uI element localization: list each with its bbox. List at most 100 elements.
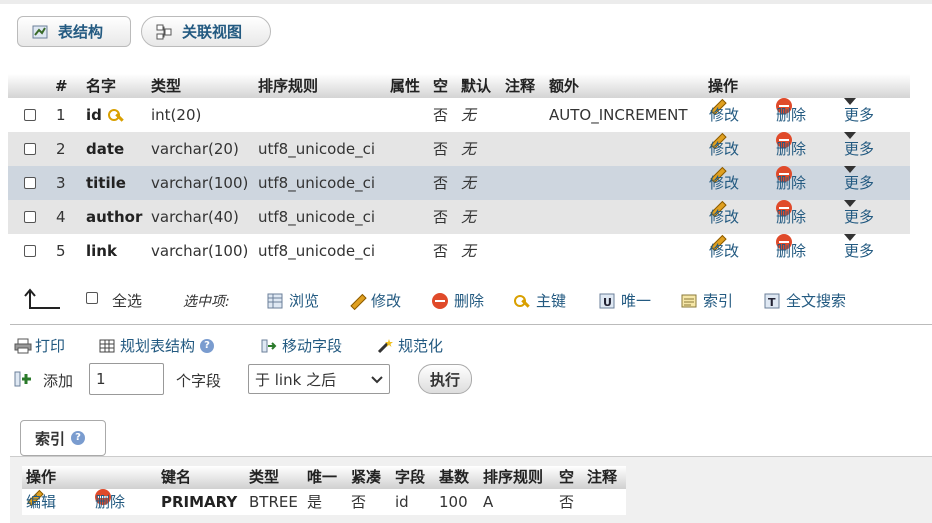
- unique-icon: U: [599, 293, 615, 309]
- bulk-unique-label: 唯一: [621, 292, 652, 310]
- col-collation: 排序规则: [258, 77, 319, 95]
- col-default: 默认: [461, 77, 492, 95]
- idx-col-comment: 注释: [587, 468, 618, 486]
- col-comment: 注释: [505, 77, 536, 95]
- row-checkbox[interactable]: [24, 211, 36, 223]
- field-null: 否: [433, 242, 449, 260]
- row-checkbox[interactable]: [24, 177, 36, 189]
- add-label: 添加: [43, 372, 74, 390]
- normalize-link[interactable]: 规范化: [377, 335, 443, 356]
- move-columns-label: 移动字段: [282, 337, 343, 355]
- print-link[interactable]: 打印: [14, 335, 65, 356]
- bulk-browse-button[interactable]: 浏览: [267, 290, 319, 311]
- tab-relation-view[interactable]: 关联视图: [141, 16, 271, 47]
- structure-table-header: # 名字 类型 排序规则 属性 空 默认 注释 额外 操作: [8, 74, 910, 98]
- bulk-unique-button[interactable]: U 唯一: [599, 290, 651, 311]
- drop-label: 删除: [776, 208, 807, 226]
- tab-relation-view-label: 关联视图: [182, 23, 243, 41]
- idx-col-unique: 唯一: [307, 468, 338, 486]
- normalize-label: 规范化: [398, 337, 444, 355]
- table-row: 4 author varchar(40) utf8_unicode_ci 否 无…: [8, 200, 910, 234]
- propose-structure-icon: [99, 338, 115, 354]
- field-name: id: [86, 106, 102, 124]
- field-type: varchar(100): [151, 242, 249, 260]
- col-number: #: [55, 77, 68, 95]
- move-columns-icon: [261, 338, 277, 354]
- section-divider: [10, 324, 932, 325]
- bulk-fulltext-label: 全文搜索: [786, 292, 847, 310]
- index-type: BTREE: [249, 493, 298, 511]
- bulk-edit-button[interactable]: 修改: [349, 290, 401, 311]
- index-null: 否: [559, 493, 575, 511]
- field-position-select[interactable]: 于 link 之后: [248, 364, 390, 394]
- row-number: 4: [56, 208, 66, 226]
- fulltext-icon: T: [764, 293, 780, 309]
- browse-icon: [267, 293, 283, 309]
- col-type: 类型: [151, 77, 182, 95]
- col-extra: 额外: [549, 77, 580, 95]
- field-position-value: 于 link 之后: [255, 370, 337, 389]
- bulk-index-button[interactable]: 索引: [681, 290, 733, 311]
- field-default: 无: [461, 174, 477, 192]
- svg-text:T: T: [768, 296, 776, 309]
- field-collation: utf8_unicode_ci: [258, 140, 375, 158]
- idx-col-keyname: 键名: [161, 468, 192, 486]
- field-default: 无: [461, 106, 477, 124]
- help-icon[interactable]: ?: [71, 431, 86, 445]
- edit-label: 修改: [709, 242, 740, 260]
- field-type: varchar(40): [151, 208, 239, 226]
- bulk-drop-button[interactable]: 删除: [432, 290, 484, 311]
- table-row: 3 titile varchar(100) utf8_unicode_ci 否 …: [8, 166, 910, 200]
- drop-label: 删除: [776, 242, 807, 260]
- select-all-label[interactable]: 全选: [112, 290, 142, 311]
- go-button[interactable]: 执行: [418, 364, 472, 394]
- field-collation: utf8_unicode_ci: [258, 208, 375, 226]
- col-name[interactable]: 名字: [86, 74, 116, 98]
- field-extra: AUTO_INCREMENT: [549, 106, 688, 124]
- index-keyname: PRIMARY: [161, 493, 238, 511]
- top-border: [0, 0, 932, 4]
- primary-key-icon: [514, 293, 530, 309]
- index-edit-label: 编辑: [26, 493, 57, 511]
- index-collation: A: [483, 493, 494, 511]
- bulk-browse-label: 浏览: [289, 292, 320, 310]
- add-column-icon: [14, 371, 31, 387]
- drop-label: 删除: [776, 106, 807, 124]
- row-checkbox[interactable]: [24, 109, 36, 121]
- edit-label: 修改: [709, 140, 740, 158]
- print-label: 打印: [35, 337, 66, 355]
- field-default: 无: [461, 208, 477, 226]
- add-fields-count-input[interactable]: [89, 363, 164, 395]
- tab-structure[interactable]: 表结构: [17, 16, 131, 47]
- table-row: 2 date varchar(20) utf8_unicode_ci 否 无 修…: [8, 132, 910, 166]
- field-name: author: [86, 208, 143, 226]
- table-row: 5 link varchar(100) utf8_unicode_ci 否 无 …: [8, 234, 910, 268]
- bulk-fulltext-button[interactable]: T 全文搜索: [764, 290, 846, 311]
- bulk-primary-button[interactable]: 主键: [514, 290, 566, 311]
- more-label: 更多: [844, 242, 875, 260]
- idx-col-packed: 紧凑: [351, 468, 382, 486]
- row-checkbox[interactable]: [24, 245, 36, 257]
- tab-structure-label: 表结构: [58, 23, 104, 41]
- move-columns-link[interactable]: 移动字段: [261, 335, 342, 356]
- index-drop-label: 删除: [95, 493, 126, 511]
- propose-structure-link[interactable]: 规划表结构 ?: [99, 335, 215, 356]
- col-null: 空: [433, 77, 449, 95]
- more-label: 更多: [844, 140, 875, 158]
- idx-col-type: 类型: [249, 468, 280, 486]
- more-label: 更多: [844, 174, 875, 192]
- field-name: link: [86, 242, 117, 260]
- idx-col-collation: 排序规则: [483, 468, 544, 486]
- edit-label: 修改: [709, 174, 740, 192]
- indexes-legend-label: 索引: [35, 429, 66, 448]
- idx-col-cardinality: 基数: [439, 468, 470, 486]
- svg-text:U: U: [603, 296, 612, 309]
- select-all-checkbox[interactable]: [86, 292, 98, 304]
- row-number: 2: [56, 140, 66, 158]
- field-name: titile: [86, 174, 126, 192]
- help-icon[interactable]: ?: [200, 338, 215, 353]
- wand-icon: [377, 338, 393, 354]
- row-checkbox[interactable]: [24, 143, 36, 155]
- bulk-drop-label: 删除: [454, 292, 485, 310]
- drop-icon: [432, 292, 448, 309]
